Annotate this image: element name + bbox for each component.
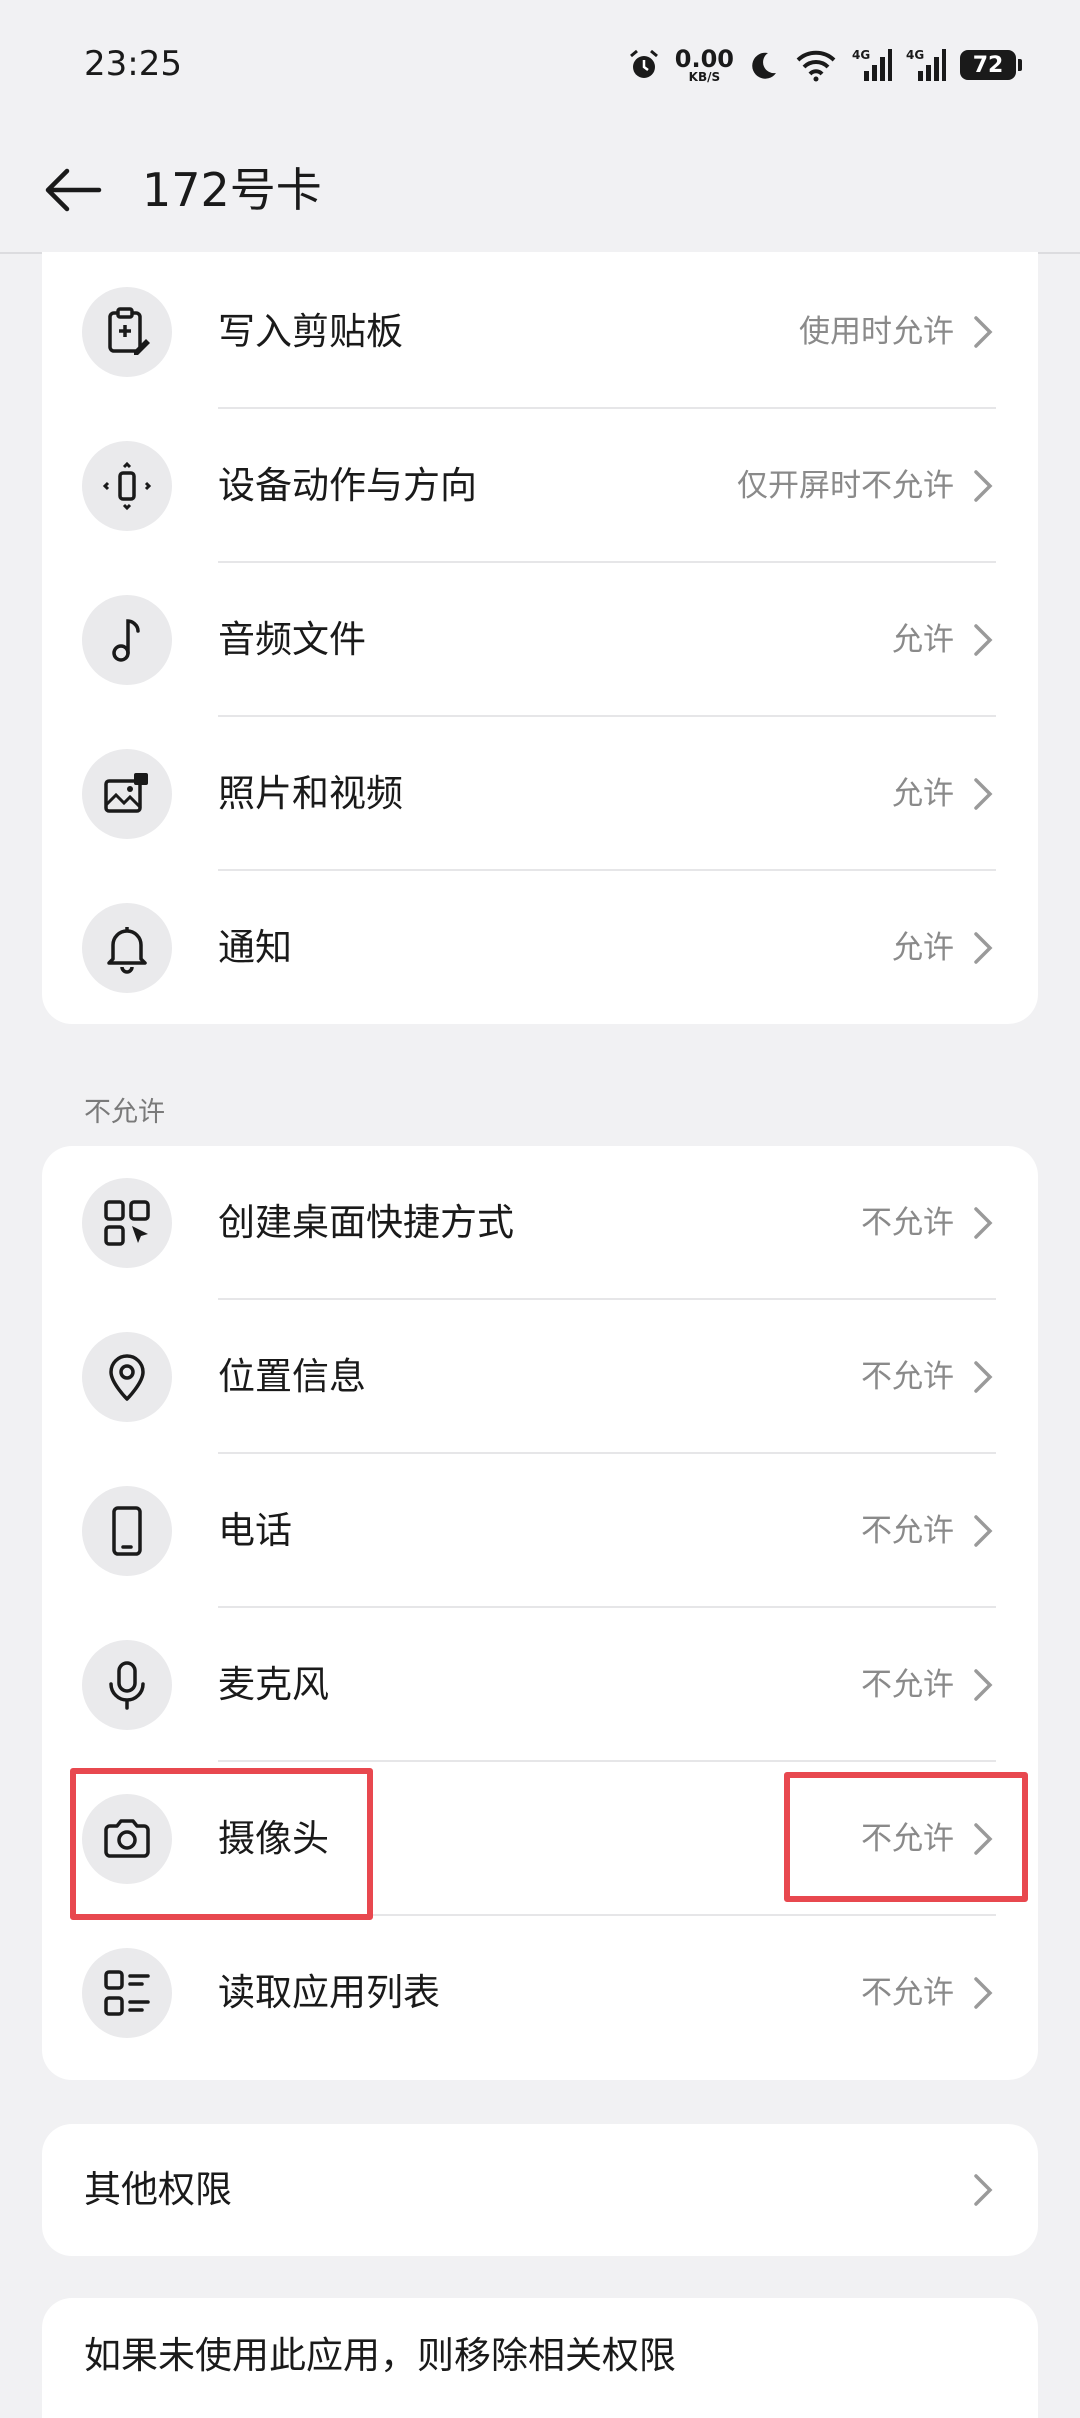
svg-text:4G: 4G	[906, 48, 924, 62]
clipboard-icon	[82, 287, 172, 377]
wifi-icon	[794, 48, 838, 82]
permission-status: 不允许	[861, 1667, 954, 1703]
status-icons: 0.00 KB/S 4G 4G 72	[627, 40, 1022, 90]
remove-permissions-label: 如果未使用此应用，则移除相关权限	[84, 2334, 676, 2377]
back-button[interactable]	[38, 160, 108, 220]
back-arrow-icon	[45, 168, 102, 212]
status-bar: 23:25 0.00 KB/S 4G 4G 72	[0, 0, 1080, 130]
moon-icon	[748, 49, 780, 81]
chevron-right-icon	[974, 470, 993, 502]
permission-row-phone[interactable]: 电话 不允许	[42, 1454, 1038, 1608]
shortcut-grid-icon	[82, 1178, 172, 1268]
net-speed: 0.00 KB/S	[674, 45, 734, 84]
app-bar: 172号卡	[0, 130, 1080, 254]
section-title-denied: 不允许	[84, 1097, 165, 1128]
permission-label: 音频文件	[218, 618, 366, 661]
music-note-icon	[82, 595, 172, 685]
chevron-right-icon	[974, 1361, 993, 1393]
permission-label: 读取应用列表	[218, 1971, 440, 2014]
alarm-icon	[627, 48, 661, 82]
chevron-right-icon	[974, 624, 993, 656]
highlight-camera-label	[70, 1768, 373, 1920]
denied-permissions-card: 创建桌面快捷方式 不允许 位置信息 不允许 电话 不允许 麦克风 不允许 摄像头…	[42, 1146, 1038, 2080]
chevron-right-icon	[974, 778, 993, 810]
status-time: 23:25	[84, 44, 182, 84]
permission-label: 位置信息	[218, 1355, 366, 1398]
permission-status: 使用时允许	[799, 314, 954, 350]
battery-icon: 72	[960, 50, 1022, 80]
chevron-right-icon	[974, 2174, 993, 2206]
photos-icon	[82, 749, 172, 839]
permission-status: 仅开屏时不允许	[737, 468, 954, 504]
permission-status: 不允许	[861, 1513, 954, 1549]
permission-label: 创建桌面快捷方式	[218, 1201, 514, 1244]
permission-status: 不允许	[861, 1359, 954, 1395]
permission-label: 麦克风	[218, 1663, 329, 1706]
permission-label: 通知	[218, 926, 292, 969]
permission-status: 允许	[892, 776, 954, 812]
permission-row-microphone[interactable]: 麦克风 不允许	[42, 1608, 1038, 1762]
permission-row-clipboard[interactable]: 写入剪贴板 使用时允许	[42, 255, 1038, 409]
permission-row-photos[interactable]: 照片和视频 允许	[42, 717, 1038, 871]
permission-row-audio[interactable]: 音频文件 允许	[42, 563, 1038, 717]
permission-label: 电话	[218, 1509, 292, 1552]
signal-4g-icon: 4G	[852, 47, 892, 83]
permission-row-location[interactable]: 位置信息 不允许	[42, 1300, 1038, 1454]
phone-icon	[82, 1486, 172, 1576]
permission-label: 照片和视频	[218, 772, 403, 815]
permission-row-shortcut[interactable]: 创建桌面快捷方式 不允许	[42, 1146, 1038, 1300]
page-title: 172号卡	[142, 163, 322, 217]
svg-text:4G: 4G	[852, 48, 870, 62]
chevron-right-icon	[974, 932, 993, 964]
bell-icon	[82, 903, 172, 993]
signal-4g-icon: 4G	[906, 47, 946, 83]
chevron-right-icon	[974, 316, 993, 348]
permission-status: 不允许	[861, 1205, 954, 1241]
permission-row-app-list[interactable]: 读取应用列表 不允许	[42, 1916, 1038, 2070]
permission-label: 设备动作与方向	[218, 464, 477, 507]
motion-icon	[82, 441, 172, 531]
location-pin-icon	[82, 1332, 172, 1422]
permission-row-notifications[interactable]: 通知 允许	[42, 871, 1038, 1024]
permission-status: 允许	[892, 622, 954, 658]
microphone-icon	[82, 1640, 172, 1730]
other-permissions-label: 其他权限	[84, 2168, 232, 2211]
chevron-right-icon	[974, 1669, 993, 1701]
other-permissions-card[interactable]: 其他权限	[42, 2124, 1038, 2256]
permission-status: 允许	[892, 930, 954, 966]
permission-label: 写入剪贴板	[218, 310, 403, 353]
app-list-icon	[82, 1948, 172, 2038]
permission-row-motion[interactable]: 设备动作与方向 仅开屏时不允许	[42, 409, 1038, 563]
chevron-right-icon	[974, 1207, 993, 1239]
highlight-camera-status	[784, 1772, 1028, 1902]
chevron-right-icon	[974, 1977, 993, 2009]
allowed-permissions-card: 写入剪贴板 使用时允许 设备动作与方向 仅开屏时不允许 音频文件 允许 照片和视…	[42, 252, 1038, 1024]
chevron-right-icon	[974, 1515, 993, 1547]
remove-permissions-card[interactable]: 如果未使用此应用，则移除相关权限	[42, 2298, 1038, 2418]
permission-status: 不允许	[861, 1975, 954, 2011]
